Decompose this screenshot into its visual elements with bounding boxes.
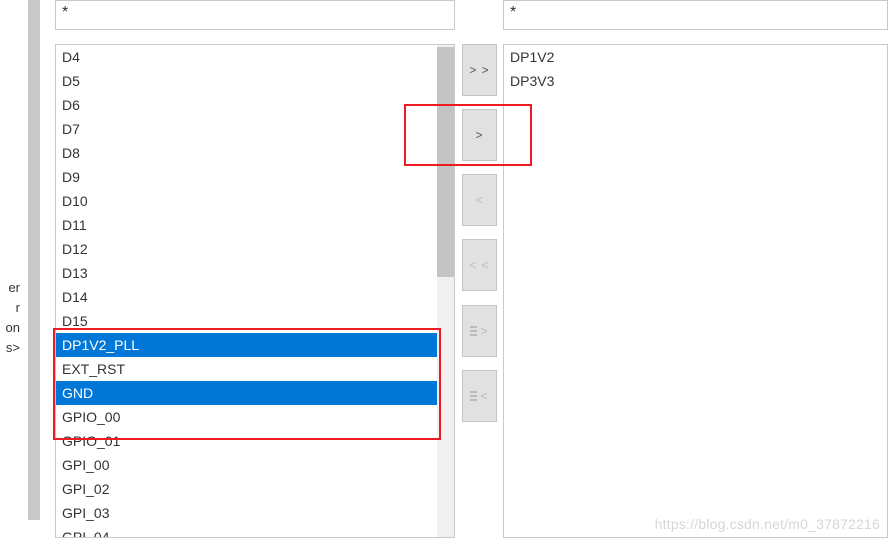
list-item[interactable]: D8 (56, 141, 437, 165)
list-item[interactable]: D14 (56, 285, 437, 309)
aux-button-1[interactable]: > (462, 305, 497, 357)
list-item[interactable]: GPIO_01 (56, 429, 437, 453)
list-item[interactable]: D6 (56, 93, 437, 117)
filter-right-input[interactable]: * (503, 0, 888, 30)
list-item[interactable]: D12 (56, 237, 437, 261)
selected-listbox[interactable]: DP1V2DP3V3 (503, 44, 888, 538)
scrollbar-track[interactable] (437, 45, 454, 537)
list-item[interactable]: D5 (56, 69, 437, 93)
list-item[interactable]: GPI_03 (56, 501, 437, 525)
scrollbar-thumb[interactable] (437, 47, 454, 277)
list-item[interactable]: D11 (56, 213, 437, 237)
move-right-button[interactable]: > (462, 109, 497, 161)
list-item[interactable]: DP1V2 (504, 45, 870, 69)
list-item[interactable]: D4 (56, 45, 437, 69)
truncated-sidebar-text: er r on s> (0, 278, 20, 358)
watermark-text: https://blog.csdn.net/m0_37872216 (655, 516, 880, 532)
chevron-left-icon: < (480, 389, 488, 403)
filter-left-input[interactable]: * (55, 0, 455, 30)
list-item[interactable]: D7 (56, 117, 437, 141)
list-item[interactable]: D9 (56, 165, 437, 189)
aux-button-2[interactable]: < (462, 370, 497, 422)
available-listbox[interactable]: D4D5D6D7D8D9D10D11D12D13D14D15DP1V2_PLLE… (55, 44, 455, 538)
list-icon (470, 391, 477, 401)
list-item[interactable]: GPI_04 (56, 525, 437, 537)
list-item[interactable]: GPIO_00 (56, 405, 437, 429)
move-all-left-button[interactable]: < < (462, 239, 497, 291)
list-item[interactable]: GPI_02 (56, 477, 437, 501)
list-item[interactable]: GND (56, 381, 437, 405)
list-item[interactable]: D13 (56, 261, 437, 285)
chevron-right-icon: > (480, 324, 488, 338)
list-icon (470, 326, 477, 336)
list-item[interactable]: D10 (56, 189, 437, 213)
panel-edge (28, 0, 40, 520)
list-item[interactable]: DP3V3 (504, 69, 870, 93)
list-item[interactable]: D15 (56, 309, 437, 333)
move-all-right-button[interactable]: > > (462, 44, 497, 96)
list-item[interactable]: GPI_00 (56, 453, 437, 477)
list-item[interactable]: EXT_RST (56, 357, 437, 381)
move-left-button[interactable]: < (462, 174, 497, 226)
list-item[interactable]: DP1V2_PLL (56, 333, 437, 357)
